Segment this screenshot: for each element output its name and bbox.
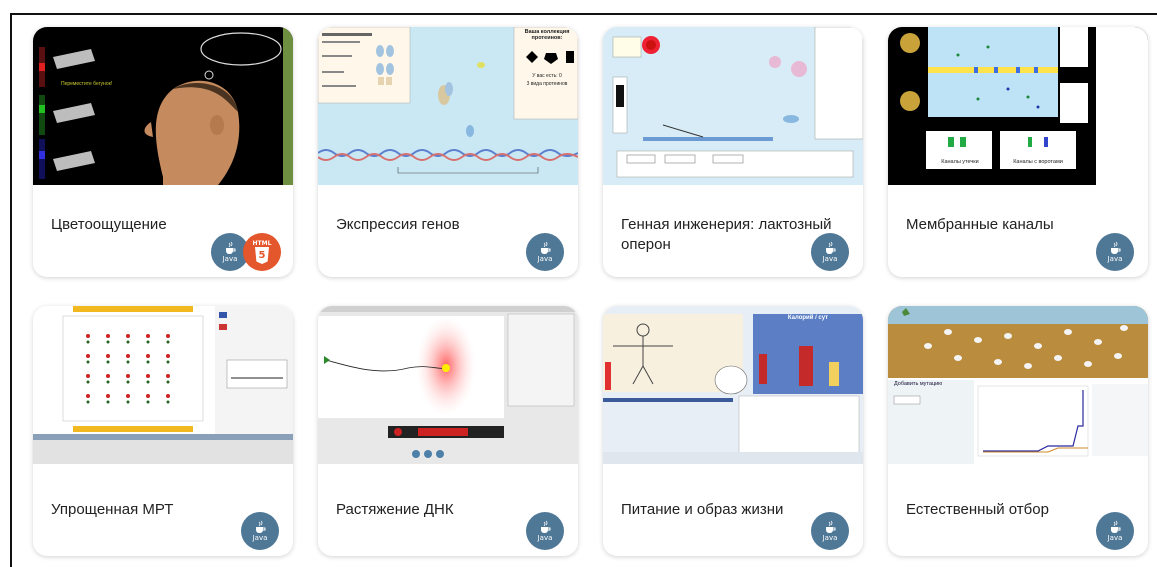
- sim-thumbnail: Переместите бегунок!: [33, 27, 293, 185]
- thumb-add-mutation-btn: Добавить мутацию: [894, 381, 943, 387]
- sim-thumbnail: Калорий / сут: [603, 306, 863, 464]
- sim-card-eating-exercise[interactable]: Калорий / сут Питание и образ жизни Java: [603, 306, 863, 556]
- sim-thumbnail: [318, 306, 578, 464]
- sim-card-membrane-channels[interactable]: Каналы утечки Каналы с воротами Мембранн…: [888, 27, 1148, 277]
- sim-thumbnail: Ваша коллекция протеинов: У вас есть: 0 …: [318, 27, 578, 185]
- java-badge: Java: [241, 512, 279, 550]
- thumb-collection-types: 3 вида протеинов: [526, 81, 568, 87]
- java-cup-icon: [541, 241, 551, 254]
- java-cup-icon: [256, 520, 266, 533]
- java-cup-icon: [826, 520, 836, 533]
- java-badge: Java: [526, 512, 564, 550]
- thumb-collection-count: У вас есть: 0: [532, 73, 562, 79]
- java-cup-icon: [541, 520, 551, 533]
- card-title: Растяжение ДНК: [336, 501, 454, 518]
- card-title: Цветоощущение: [51, 216, 167, 233]
- java-badge: Java: [1096, 233, 1134, 271]
- sim-card-gene-machine-lac-operon[interactable]: Генная инженерия: лактозный оперон Java: [603, 27, 863, 277]
- card-title: Естественный отбор: [906, 501, 1049, 518]
- html5-word: HTML: [252, 240, 272, 247]
- java-cup-icon: [826, 241, 836, 254]
- java-badge: Java: [811, 233, 849, 271]
- html5-shield-icon: 5: [255, 247, 269, 264]
- java-cup-icon: [1111, 241, 1121, 254]
- thumb-collection-heading: Ваша коллекция протеинов:: [524, 29, 570, 41]
- card-title: Упрощенная МРТ: [51, 501, 174, 518]
- card-title: Экспрессия генов: [336, 216, 460, 233]
- thumb-btn-leak-channels: Каналы утечки: [941, 159, 979, 165]
- java-badge: Java: [811, 512, 849, 550]
- card-title: Мембранные каналы: [906, 216, 1054, 233]
- sim-card-natural-selection[interactable]: Добавить мутацию Естественный отбор Java: [888, 306, 1148, 556]
- thumb-speech-text: Переместите бегунок!: [61, 81, 113, 87]
- card-title: Питание и образ жизни: [621, 501, 784, 518]
- thumb-calories-heading: Калорий / сут: [787, 315, 829, 321]
- thumb-btn-gated-channels: Каналы с воротами: [1013, 159, 1063, 165]
- sim-card-gene-expression[interactable]: Ваша коллекция протеинов: У вас есть: 0 …: [318, 27, 578, 277]
- java-cup-icon: [1111, 520, 1121, 533]
- java-badge: Java: [526, 233, 564, 271]
- sim-thumbnail: Добавить мутацию: [888, 306, 1148, 464]
- sim-card-simplified-mri[interactable]: Упрощенная МРТ Java: [33, 306, 293, 556]
- java-cup-icon: [226, 241, 236, 254]
- sim-card-dna-stretching[interactable]: Растяжение ДНК Java: [318, 306, 578, 556]
- html5-badge: HTML 5: [243, 233, 281, 271]
- sim-thumbnail: Каналы утечки Каналы с воротами: [888, 27, 1148, 185]
- java-badge: Java: [1096, 512, 1134, 550]
- sim-thumbnail: [603, 27, 863, 185]
- sim-thumbnail: [33, 306, 293, 464]
- sim-card-color-vision[interactable]: Переместите бегунок! Цветоощущение Java …: [33, 27, 293, 277]
